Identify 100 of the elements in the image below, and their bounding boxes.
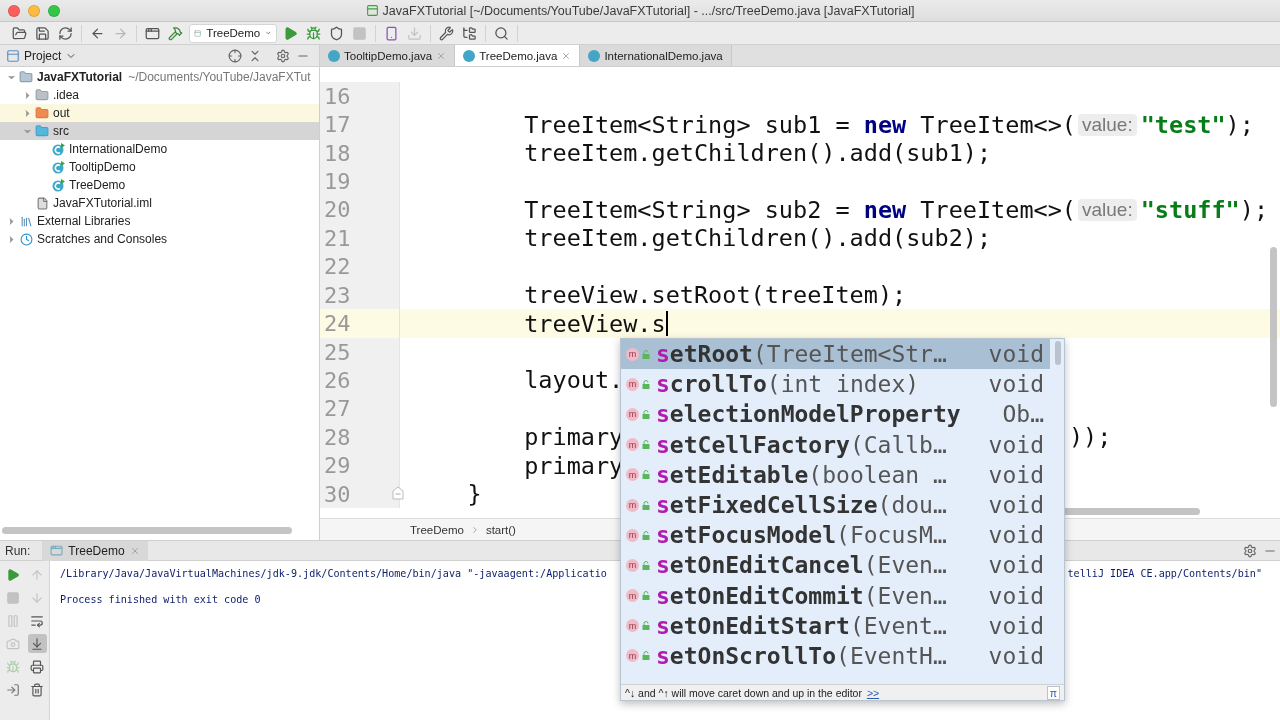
lock-icon xyxy=(642,440,650,450)
window-title: JavaFXTutorial [~/Documents/YouTube/JavaFXTutorial] - .../src/TreeDemo.java [JavaFXTutorial] xyxy=(382,3,915,18)
console-output: Process finished with exit code 0 xyxy=(60,594,261,605)
line-number: 16 xyxy=(324,83,351,109)
scrollbar[interactable] xyxy=(1055,341,1061,365)
code-text: } xyxy=(466,480,482,509)
lock-icon xyxy=(642,470,650,480)
close-icon[interactable] xyxy=(561,50,572,61)
line-number: 30 xyxy=(324,481,351,507)
tree-item[interactable]: JavaFXTutorial.iml xyxy=(0,194,319,212)
code-text: primary xyxy=(523,451,624,480)
class-icon xyxy=(588,49,601,62)
close-icon[interactable] xyxy=(436,50,447,61)
lock-icon xyxy=(642,621,650,631)
class-icon xyxy=(328,49,340,62)
module-folder-icon xyxy=(18,70,34,84)
completion-item[interactable]: m setFocusModel(FocusM… void xyxy=(621,520,1050,551)
tree-item[interactable]: TreeDemo xyxy=(0,176,319,194)
completion-item[interactable]: m setFixedCellSize(dou… void xyxy=(621,489,1050,521)
lock-icon xyxy=(642,560,650,570)
line-number: 17 xyxy=(324,112,351,138)
method-icon: m xyxy=(626,498,639,512)
line-number: 25 xyxy=(324,339,351,365)
code-text: TreeItem<String> sub1 = xyxy=(523,110,851,139)
lock-icon xyxy=(642,651,650,661)
folder-icon xyxy=(34,124,50,138)
tree-item[interactable]: InternationalDemo xyxy=(0,140,319,158)
completion-item[interactable]: m setRoot(TreeItem<Str… void xyxy=(621,339,1050,370)
code-text: TreeItem<>( xyxy=(919,195,1076,224)
scrollbar[interactable] xyxy=(2,527,292,534)
window-icon xyxy=(50,544,64,557)
line-number: 24 xyxy=(324,311,351,337)
method-icon: m xyxy=(626,377,639,391)
scrollbar[interactable] xyxy=(1270,247,1277,407)
zoom-window-button[interactable] xyxy=(48,4,60,17)
scroll-to-end-icon[interactable] xyxy=(27,634,47,653)
breadcrumb-item[interactable]: start() xyxy=(485,523,516,536)
lock-icon xyxy=(642,349,650,359)
line-number: 22 xyxy=(324,254,351,280)
lock-icon xyxy=(642,530,650,540)
code-text: new xyxy=(863,110,907,139)
method-icon: m xyxy=(626,649,639,663)
method-icon: m xyxy=(626,347,639,361)
editor-tab[interactable]: TooltipDemo.java xyxy=(320,45,456,66)
completion-item[interactable]: m setOnScrollTo(EventH… void xyxy=(621,640,1050,672)
method-icon: m xyxy=(626,407,639,421)
tree-item[interactable]: JavaFXTutorial ~/Documents/YouTube/JavaFXTut xyxy=(0,68,319,86)
minimize-window-button[interactable] xyxy=(28,4,40,17)
folder-icon xyxy=(34,106,50,120)
line-number: 20 xyxy=(324,197,351,223)
code-text: layout. xyxy=(523,366,624,395)
line-number: 19 xyxy=(324,168,351,194)
line-number: 28 xyxy=(324,424,351,450)
project-view-dropdown[interactable]: Project xyxy=(6,48,78,63)
editor-tab[interactable]: InternationalDemo.java xyxy=(580,45,732,66)
method-icon: m xyxy=(626,528,639,542)
completion-item[interactable]: m setOnEditCancel(Even… void xyxy=(621,550,1050,581)
close-window-button[interactable] xyxy=(8,4,20,17)
completion-item[interactable]: m setOnEditCommit(Even… void xyxy=(621,580,1050,611)
line-number: 18 xyxy=(324,140,351,166)
completion-item[interactable]: m scrollTo(int index) void xyxy=(621,369,1050,400)
tree-item[interactable]: External Libraries xyxy=(0,212,319,230)
method-icon: m xyxy=(626,438,639,452)
lock-icon xyxy=(642,500,650,510)
parameter-hint: value: xyxy=(1078,198,1137,221)
code-text: TreeItem<>( xyxy=(919,110,1076,139)
code-text: "test" xyxy=(1140,110,1226,139)
console-output: telliJ IDEA CE.app/Contents/bin" xyxy=(1067,568,1262,579)
app-icon xyxy=(365,4,379,17)
code-text: ); xyxy=(1225,110,1254,139)
tree-item[interactable]: src xyxy=(0,122,319,140)
close-icon[interactable] xyxy=(129,545,140,556)
tree-item[interactable]: TooltipDemo xyxy=(0,158,319,176)
run-config-dropdown[interactable]: TreeDemo xyxy=(189,23,277,43)
completion-item[interactable]: m setOnEditStart(Event… void xyxy=(621,610,1050,641)
code-text: treeItem.getChildren().add(sub1); xyxy=(523,139,992,168)
run-tab[interactable]: TreeDemo xyxy=(42,540,148,561)
lock-icon xyxy=(642,379,650,389)
code-text: treeItem.getChildren().add(sub2); xyxy=(523,224,992,253)
class-icon xyxy=(463,49,476,62)
pi-button[interactable]: π xyxy=(1046,685,1060,700)
completion-item[interactable]: m selectionModelProperty Ob… xyxy=(621,399,1050,430)
method-icon: m xyxy=(626,558,639,572)
class-icon xyxy=(50,160,66,174)
code-text: treeView.setRoot(treeItem); xyxy=(523,281,907,310)
tree-item[interactable]: Scratches and Consoles xyxy=(0,230,319,248)
clock-icon xyxy=(18,232,34,246)
method-icon: m xyxy=(626,468,639,482)
lock-icon xyxy=(642,591,650,601)
tree-item[interactable]: out xyxy=(0,104,319,122)
code-text: treeView.s xyxy=(523,309,666,338)
completion-item[interactable]: m setEditable(boolean … void xyxy=(621,459,1050,490)
fold-icon[interactable] xyxy=(392,485,404,500)
editor-tab[interactable]: TreeDemo.java xyxy=(455,45,581,66)
tree-item[interactable]: .idea xyxy=(0,86,319,104)
line-number: 23 xyxy=(324,282,351,308)
breadcrumb-item[interactable]: TreeDemo xyxy=(410,523,464,536)
completion-item[interactable]: m setCellFactory(Callb… void xyxy=(621,429,1050,460)
line-number: 27 xyxy=(324,396,351,422)
more-link[interactable]: >> xyxy=(866,686,880,699)
